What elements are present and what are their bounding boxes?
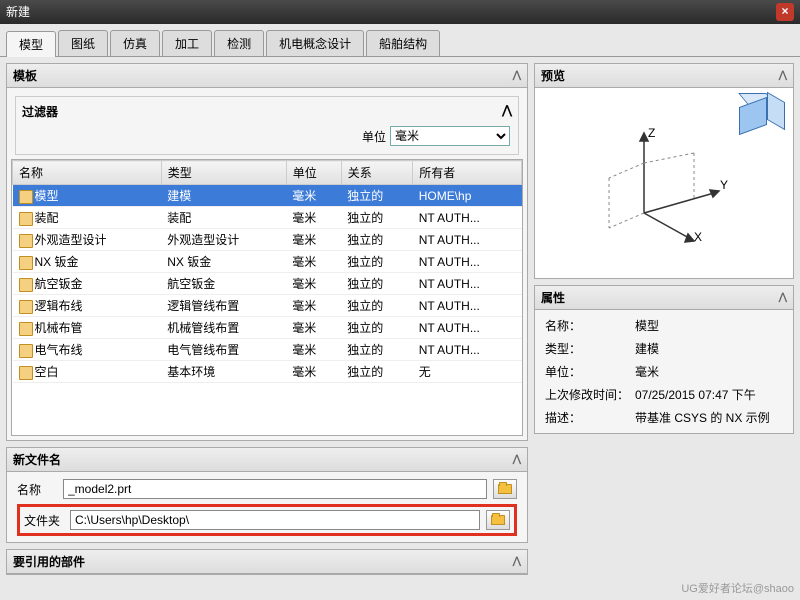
preview-panel: 预览 ⋀ Z: [534, 63, 794, 279]
doc-icon: [19, 256, 33, 270]
folder-label: 文件夹: [24, 512, 64, 529]
doc-icon: [19, 190, 33, 204]
browse-name-button[interactable]: [493, 479, 517, 499]
tab-5[interactable]: 机电概念设计: [266, 30, 364, 56]
newfile-panel: 新文件名 ⋀ 名称 文件夹: [6, 447, 528, 543]
collapse-icon[interactable]: ⋀: [779, 292, 787, 303]
highlight-box: 文件夹: [17, 504, 517, 536]
property-row: 类型：建模: [539, 337, 789, 360]
folder-icon: [491, 515, 505, 525]
browse-folder-button[interactable]: [486, 510, 510, 530]
collapse-icon[interactable]: ⋀: [779, 70, 787, 81]
properties-title: 属性: [541, 289, 565, 306]
refparts-panel: 要引用的部件 ⋀: [6, 549, 528, 575]
titlebar: 新建 ×: [0, 0, 800, 24]
tab-1[interactable]: 图纸: [58, 30, 108, 56]
cube-icon: [739, 102, 779, 142]
table-row[interactable]: 航空钣金航空钣金毫米独立的NT AUTH...: [13, 273, 522, 295]
tab-2[interactable]: 仿真: [110, 30, 160, 56]
filter-title: 过滤器: [22, 103, 58, 120]
template-title: 模板: [13, 67, 37, 84]
folder-input[interactable]: [70, 510, 480, 530]
folder-icon: [498, 484, 512, 494]
preview-title: 预览: [541, 67, 565, 84]
newfile-title: 新文件名: [13, 451, 61, 468]
template-table[interactable]: 名称类型单位关系所有者 模型建模毫米独立的HOME\hp装配装配毫米独立的NT …: [12, 160, 522, 383]
tab-bar: 模型图纸仿真加工检测机电概念设计船舶结构: [0, 24, 800, 57]
table-row[interactable]: 外观造型设计外观造型设计毫米独立的NT AUTH...: [13, 229, 522, 251]
doc-icon: [19, 212, 33, 226]
collapse-icon[interactable]: ⋀: [502, 103, 512, 120]
tab-0[interactable]: 模型: [6, 31, 56, 57]
collapse-icon[interactable]: ⋀: [513, 454, 521, 465]
column-header[interactable]: 关系: [341, 161, 412, 185]
tab-3[interactable]: 加工: [162, 30, 212, 56]
property-row: 单位：毫米: [539, 360, 789, 383]
doc-icon: [19, 300, 33, 314]
doc-icon: [19, 344, 33, 358]
close-button[interactable]: ×: [776, 3, 794, 21]
tab-4[interactable]: 检测: [214, 30, 264, 56]
doc-icon: [19, 234, 33, 248]
column-header[interactable]: 类型: [161, 161, 286, 185]
table-row[interactable]: 逻辑布线逻辑管线布置毫米独立的NT AUTH...: [13, 295, 522, 317]
collapse-icon[interactable]: ⋀: [513, 556, 521, 567]
column-header[interactable]: 名称: [13, 161, 162, 185]
name-input[interactable]: [63, 479, 487, 499]
table-row[interactable]: 装配装配毫米独立的NT AUTH...: [13, 207, 522, 229]
collapse-icon[interactable]: ⋀: [513, 70, 521, 81]
table-row[interactable]: NX 钣金NX 钣金毫米独立的NT AUTH...: [13, 251, 522, 273]
doc-icon: [19, 322, 33, 336]
property-row: 上次修改时间：07/25/2015 07:47 下午: [539, 383, 789, 406]
watermark: UG爱好者论坛@shaoo: [681, 580, 794, 596]
unit-select[interactable]: 毫米: [390, 126, 510, 146]
template-panel: 模板⋀ 过滤器⋀ 单位 毫米 名称类型单位关系所有者 模型建模毫米独立的HOME…: [6, 63, 528, 441]
refparts-title: 要引用的部件: [13, 553, 85, 570]
tab-6[interactable]: 船舶结构: [366, 30, 440, 56]
properties-panel: 属性 ⋀ 名称：模型类型：建模单位：毫米上次修改时间：07/25/2015 07:…: [534, 285, 794, 434]
window-title: 新建: [6, 0, 30, 24]
table-row[interactable]: 空白基本环境毫米独立的无: [13, 361, 522, 383]
svg-text:X: X: [694, 230, 702, 243]
column-header[interactable]: 所有者: [413, 161, 522, 185]
table-row[interactable]: 机械布管机械管线布置毫米独立的NT AUTH...: [13, 317, 522, 339]
property-row: 描述：带基准 CSYS 的 NX 示例: [539, 406, 789, 429]
property-row: 名称：模型: [539, 314, 789, 337]
unit-label: 单位: [362, 128, 386, 145]
name-label: 名称: [17, 481, 57, 498]
column-header[interactable]: 单位: [286, 161, 341, 185]
doc-icon: [19, 278, 33, 292]
doc-icon: [19, 366, 33, 380]
axes-gizmo: Z Y X: [594, 123, 734, 243]
table-row[interactable]: 模型建模毫米独立的HOME\hp: [13, 185, 522, 207]
table-row[interactable]: 电气布线电气管线布置毫米独立的NT AUTH...: [13, 339, 522, 361]
svg-text:Y: Y: [720, 178, 728, 192]
svg-text:Z: Z: [648, 126, 655, 140]
